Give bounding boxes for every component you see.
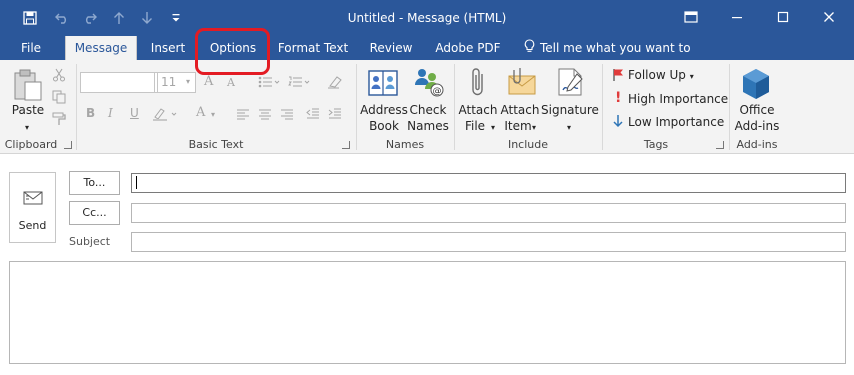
decrease-indent-icon xyxy=(306,108,320,123)
svg-text:@: @ xyxy=(433,87,442,97)
to-field[interactable] xyxy=(131,173,846,193)
font-color-dropdown-icon: ▾ xyxy=(211,110,216,119)
attach-item-icon[interactable] xyxy=(506,66,538,101)
format-painter-icon xyxy=(52,112,66,129)
send-envelope-icon xyxy=(23,191,43,208)
paste-dropdown-icon[interactable]: ▾ xyxy=(21,120,33,135)
underline-icon: U xyxy=(130,106,139,120)
follow-up-flag-icon[interactable] xyxy=(612,68,624,85)
tab-insert[interactable]: Insert xyxy=(145,36,191,60)
include-group-label: Include xyxy=(507,138,549,151)
font-size-box[interactable]: 11 xyxy=(157,72,185,93)
align-left-icon xyxy=(236,109,250,123)
shrink-font-icon: A xyxy=(227,76,235,89)
group-separator xyxy=(76,64,77,150)
check-names-label-line2[interactable]: Names xyxy=(406,119,450,134)
send-label: Send xyxy=(18,219,47,232)
basic-text-group-label: Basic Text xyxy=(188,138,244,151)
attach-file-icon[interactable] xyxy=(469,66,487,101)
to-button[interactable]: To... xyxy=(69,171,120,195)
tab-message[interactable]: Message xyxy=(65,36,137,61)
low-importance-icon[interactable] xyxy=(612,114,624,131)
increase-indent-icon xyxy=(328,108,342,123)
options-highlight-annotation xyxy=(195,28,270,75)
ribbon-display-icon[interactable] xyxy=(668,0,714,33)
tab-format-text[interactable]: Format Text xyxy=(276,36,350,60)
text-caret xyxy=(136,176,137,189)
close-icon[interactable] xyxy=(806,0,852,33)
high-importance-icon[interactable]: ! xyxy=(615,91,621,105)
paste-label[interactable]: Paste xyxy=(8,103,48,118)
tags-launcher-icon[interactable] xyxy=(716,141,724,149)
italic-icon: I xyxy=(108,106,113,120)
signature-label[interactable]: Signature xyxy=(541,103,599,118)
tab-adobe-pdf[interactable]: Adobe PDF xyxy=(432,36,504,60)
message-body[interactable] xyxy=(9,261,846,364)
clipboard-group-label: Clipboard xyxy=(4,138,58,151)
signature-dropdown-icon[interactable]: ▾ xyxy=(564,120,574,135)
attach-item-dropdown-icon[interactable]: ▾ xyxy=(529,120,539,135)
attach-file-dropdown-icon[interactable]: ▾ xyxy=(488,120,498,135)
clipboard-launcher-icon[interactable] xyxy=(64,141,72,149)
tab-review[interactable]: Review xyxy=(362,36,420,60)
bold-icon: B xyxy=(86,106,96,120)
cut-icon xyxy=(52,68,66,85)
group-separator xyxy=(454,64,455,150)
align-center-icon xyxy=(258,109,272,123)
grow-font-icon: A xyxy=(204,74,214,89)
address-book-label-line2[interactable]: Book xyxy=(360,119,408,134)
font-size-dropdown-icon[interactable]: ▾ xyxy=(184,72,196,93)
maximize-icon[interactable] xyxy=(760,0,806,33)
group-separator xyxy=(356,64,357,150)
cc-field[interactable] xyxy=(131,203,846,223)
subject-field[interactable] xyxy=(131,232,846,252)
bullets-icon xyxy=(258,76,280,91)
tell-me-search[interactable]: Tell me what you want to do... xyxy=(524,36,709,80)
check-names-icon[interactable]: @ xyxy=(412,66,446,101)
address-book-label-line1[interactable]: Address xyxy=(360,103,408,118)
paste-icon[interactable] xyxy=(13,68,43,105)
copy-icon xyxy=(52,90,66,107)
send-button[interactable]: Send xyxy=(9,172,56,243)
lightbulb-icon xyxy=(524,37,535,61)
align-right-icon xyxy=(280,109,294,123)
tab-file[interactable]: File xyxy=(10,36,52,60)
attach-file-label-line1[interactable]: Attach xyxy=(457,103,499,118)
office-addins-label-line1[interactable]: Office xyxy=(733,103,781,118)
subject-label: Subject xyxy=(69,235,111,248)
highlight-color-icon xyxy=(152,107,180,124)
office-addins-label-line2[interactable]: Add-ins xyxy=(733,119,781,134)
group-separator xyxy=(602,64,603,150)
tags-group-label: Tags xyxy=(643,138,669,151)
low-importance-label[interactable]: Low Importance xyxy=(628,115,724,130)
attach-item-label-line1[interactable]: Attach xyxy=(499,103,541,118)
follow-up-label[interactable]: Follow Up ▾ xyxy=(628,68,694,84)
clear-formatting-icon xyxy=(326,75,342,92)
font-color-icon: A xyxy=(196,105,206,120)
font-name-box[interactable] xyxy=(80,72,155,93)
signature-icon[interactable] xyxy=(554,66,586,101)
office-addins-icon[interactable] xyxy=(741,68,771,103)
basic-text-launcher-icon[interactable] xyxy=(342,141,350,149)
numbering-icon xyxy=(288,76,310,91)
minimize-icon[interactable] xyxy=(714,0,760,33)
names-group-label: Names xyxy=(385,138,425,151)
address-book-icon[interactable] xyxy=(367,68,399,101)
addins-group-label: Add-ins xyxy=(736,138,778,151)
cc-button[interactable]: Cc... xyxy=(69,201,120,225)
group-separator xyxy=(729,64,730,150)
title-bar: Untitled - Message (HTML) xyxy=(0,0,854,36)
high-importance-label[interactable]: High Importance xyxy=(628,92,728,107)
check-names-label-line1[interactable]: Check xyxy=(406,103,450,118)
